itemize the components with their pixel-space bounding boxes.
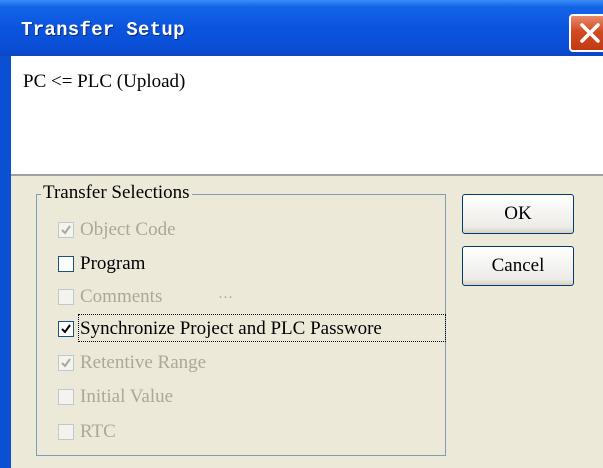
checkbox — [58, 289, 74, 305]
close-button[interactable] — [569, 14, 603, 52]
option-label[interactable]: Program — [80, 253, 145, 275]
transfer-direction-text: PC <= PLC (Upload) — [23, 71, 186, 92]
window-title: Transfer Setup — [21, 19, 185, 41]
window-border — [0, 56, 11, 468]
transfer-setup-dialog: Transfer Setup PC <= PLC (Upload) Transf… — [0, 0, 603, 468]
ok-button[interactable]: OK — [462, 194, 574, 234]
close-icon — [580, 23, 600, 43]
option-label: Retentive Range — [80, 352, 207, 373]
check-icon — [61, 324, 71, 334]
option-label: RTC — [80, 421, 116, 442]
checkbox — [58, 389, 74, 405]
option-label[interactable]: Synchronize Project and PLC Passwore — [80, 318, 382, 340]
checkbox[interactable] — [58, 321, 74, 337]
check-icon — [61, 358, 71, 368]
check-icon — [61, 225, 71, 235]
checkbox — [58, 424, 74, 440]
option-label: Object Code — [80, 219, 176, 240]
checkbox — [58, 222, 74, 238]
cancel-button[interactable]: Cancel — [462, 246, 574, 286]
checkbox — [58, 355, 74, 371]
comments-more-button: ··· — [218, 290, 233, 306]
group-legend: Transfer Selections — [41, 182, 192, 204]
option-label: Initial Value — [80, 386, 174, 407]
title-bar[interactable]: Transfer Setup — [0, 0, 603, 56]
option-label: Comments — [80, 286, 163, 307]
checkbox[interactable] — [58, 256, 74, 272]
